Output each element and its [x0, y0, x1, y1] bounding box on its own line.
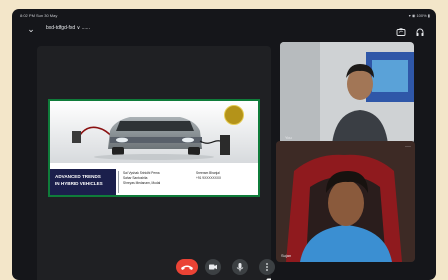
meeting-top-bar: ⌄ bxd-tdfgd-fxd ∨ ......: [12, 22, 436, 38]
institution-logo: [224, 105, 244, 125]
slide-presenters: Sai Vyshak Srinidhi Pema Sahar Santoshit…: [123, 171, 160, 187]
audio-output-icon[interactable]: [415, 24, 425, 36]
screen-share-icon: [266, 275, 271, 280]
tablet-screen: 8:02 PM Sun 30 May ▾ ◉ 100% ▮ ⌄ bxd-tdfg…: [12, 9, 436, 280]
slide-title-line-2: IN HYBRID VEHICLES: [55, 181, 103, 186]
end-call-button[interactable]: [176, 259, 198, 275]
status-system-icons: ▾ ◉ 100% ▮: [408, 13, 430, 18]
slide-guide-phone: +91 9XXXXXXXX: [196, 176, 222, 181]
status-bar: 8:02 PM Sun 30 May ▾ ◉ 100% ▮: [12, 9, 436, 21]
slide-title: ADVANCED TRENDS IN HYBRID VEHICLES: [50, 169, 116, 195]
overflow-menu-button[interactable]: [259, 259, 275, 275]
slide-title-line-1: ADVANCED TRENDS: [55, 174, 101, 179]
camera-button[interactable]: [205, 259, 221, 275]
slide-content: ADVANCED TRENDS IN HYBRID VEHICLES Sai V…: [50, 101, 258, 195]
switch-camera-icon[interactable]: [396, 24, 406, 36]
status-time: 8:02 PM Sun 30 May: [20, 13, 58, 18]
mic-icon: [236, 263, 244, 272]
overflow-menu-icon: [266, 263, 268, 271]
presentation-tile[interactable]: ADVANCED TRENDS IN HYBRID VEHICLES Sai V…: [37, 46, 271, 280]
participant-name-sujan: Sujan: [281, 253, 292, 258]
shared-slide: ADVANCED TRENDS IN HYBRID VEHICLES Sai V…: [48, 99, 260, 197]
slide-guide: Sreeram Bhanjal +91 9XXXXXXXX: [196, 171, 221, 181]
participant-name-you: You: [285, 135, 292, 140]
participant-video-you: [280, 42, 414, 144]
mic-button[interactable]: [232, 259, 248, 275]
slide-presenter-3: Shreyas Medanam, Mudal: [123, 181, 161, 186]
participant-tile-you[interactable]: You: [280, 42, 414, 144]
participant-video-sujan: [276, 141, 415, 262]
slide-divider: [118, 171, 119, 193]
meeting-title[interactable]: bxd-tdfgd-fxd ∨ ......: [46, 25, 90, 31]
more-icon[interactable]: ···: [405, 144, 411, 150]
participant-tile-sujan[interactable]: ··· Sujan: [276, 141, 415, 262]
call-controls: [176, 259, 280, 275]
camera-icon: [209, 264, 217, 270]
back-arrow-icon[interactable]: ⌄: [26, 24, 36, 34]
end-call-icon: [181, 265, 193, 270]
